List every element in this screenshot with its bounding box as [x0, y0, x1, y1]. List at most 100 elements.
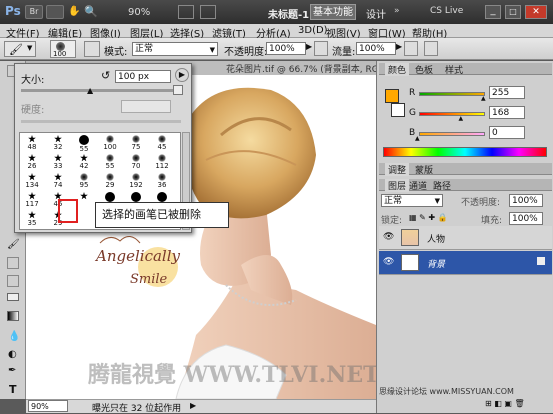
flow-input[interactable]: 100%: [356, 42, 396, 55]
hand-tool-icon[interactable]: ✋: [68, 6, 80, 18]
g-input[interactable]: 168: [489, 106, 525, 119]
maximize-button[interactable]: □: [505, 5, 521, 19]
size-input[interactable]: 100 px: [115, 70, 171, 83]
new-preset-icon[interactable]: [173, 85, 183, 95]
brush-preset-soft[interactable]: 75: [126, 135, 146, 152]
b-slider-thumb[interactable]: ▲: [415, 135, 420, 142]
screen-mode-icon[interactable]: [200, 5, 216, 19]
stamp-tool-icon[interactable]: [7, 257, 19, 269]
layer-name[interactable]: 背景: [427, 257, 445, 270]
layer-name[interactable]: 人物: [427, 232, 445, 245]
size-slider-thumb[interactable]: ▲: [87, 86, 93, 95]
tab-adjustments[interactable]: 调整: [385, 163, 410, 176]
brush-preset-soft[interactable]: 29: [100, 173, 120, 190]
eraser-tool-icon[interactable]: [7, 293, 19, 301]
tab-swatches[interactable]: 色板: [415, 63, 433, 76]
g-slider[interactable]: [419, 112, 485, 116]
history-brush-tool-icon[interactable]: [7, 275, 19, 287]
brush-preset-soft[interactable]: 70: [126, 154, 146, 171]
brush-preset-leaf[interactable]: 35: [22, 211, 42, 228]
brush-preset-soft[interactable]: 192: [126, 173, 146, 190]
gradient-tool-icon[interactable]: [7, 311, 19, 321]
layer-opacity-input[interactable]: 100%: [509, 194, 543, 207]
airbrush-icon[interactable]: [404, 41, 418, 56]
reset-size-icon[interactable]: ↺: [101, 69, 110, 82]
tab-color[interactable]: 颜色: [385, 63, 410, 76]
layers-footer-icons[interactable]: ⊞ ◧ ▣ 🗑: [485, 399, 525, 408]
tab-paths[interactable]: 路径: [433, 179, 451, 192]
r-slider-thumb[interactable]: ▲: [481, 95, 486, 102]
close-button[interactable]: ✕: [525, 5, 547, 19]
blend-mode-select[interactable]: 正常 ▼: [381, 194, 443, 207]
workspace-more-icon[interactable]: »: [394, 6, 400, 16]
menu-3d[interactable]: 3D(D): [298, 25, 328, 36]
workspace-basic-button[interactable]: 基本功能: [310, 4, 356, 20]
opacity-slider-arrow[interactable]: ▶: [306, 42, 312, 51]
zoom-level[interactable]: 90%: [128, 7, 150, 18]
pen-tool-icon[interactable]: ✒: [8, 365, 16, 376]
brush-preset-picker[interactable]: 100: [50, 40, 76, 58]
size-slider-track[interactable]: [21, 89, 181, 92]
size-pressure-icon[interactable]: [424, 41, 438, 56]
picker-menu-button[interactable]: ▶: [175, 68, 189, 82]
dodge-tool-icon[interactable]: ◐: [8, 349, 17, 360]
b-input[interactable]: 0: [489, 126, 525, 139]
workspace-design-button[interactable]: 设计: [366, 6, 386, 21]
mode-select[interactable]: 正常 ▼: [132, 42, 218, 56]
arrange-icon[interactable]: [178, 5, 194, 19]
fill-input[interactable]: 100%: [509, 212, 543, 225]
eye-icon[interactable]: 👁: [383, 232, 394, 242]
brush-preset-star[interactable]: 32: [48, 135, 68, 152]
r-slider[interactable]: [419, 92, 485, 96]
blur-tool-icon[interactable]: 💧: [8, 331, 20, 342]
brush-preset-soft[interactable]: 95: [74, 173, 94, 190]
brush-preset-leaf[interactable]: 74: [48, 173, 68, 190]
b-slider[interactable]: [419, 132, 485, 136]
tab-styles[interactable]: 样式: [445, 63, 463, 76]
tab-channels[interactable]: 通道: [409, 179, 427, 192]
eye-icon[interactable]: 👁: [383, 257, 394, 267]
brush-preset-flower[interactable]: 117: [22, 192, 42, 209]
flow-slider-arrow[interactable]: ▶: [396, 42, 402, 51]
type-tool-icon[interactable]: T: [9, 383, 17, 396]
brush-preset-grass[interactable]: 134: [22, 173, 42, 190]
background-color-swatch[interactable]: [391, 103, 405, 117]
brush-preset-soft[interactable]: 36: [152, 173, 172, 190]
status-zoom[interactable]: 90%: [28, 400, 68, 412]
opacity-pressure-icon[interactable]: [314, 41, 328, 56]
brush-size-label: 134: [25, 181, 39, 189]
opacity-input[interactable]: 100%: [266, 42, 306, 55]
brush-tool-icon[interactable]: 🖌: [7, 239, 20, 250]
brush-preset-star[interactable]: 42: [74, 154, 94, 171]
r-input[interactable]: 255: [489, 86, 525, 99]
options-bar: 🖌 ▼ 100 模式: 正常 ▼ 不透明度: 100% ▶ 流量: 100% ▶: [0, 38, 553, 60]
hardness-input[interactable]: [121, 100, 171, 113]
hardness-slider-track[interactable]: [21, 120, 181, 123]
zoom-tool-icon[interactable]: 🔍: [84, 5, 98, 18]
color-spectrum-ramp[interactable]: [383, 147, 547, 157]
status-arrow[interactable]: ▶: [190, 401, 196, 410]
lock-icons[interactable]: ▦ ✎ ✚ 🔒: [409, 213, 448, 222]
soft-brush-icon: [106, 154, 114, 162]
cs-live-button[interactable]: CS Live: [430, 6, 463, 16]
document-title: 未标题-1: [268, 10, 310, 21]
brush-preset-leaf[interactable]: 48: [22, 135, 42, 152]
brush-preset-fuzzy[interactable]: 100: [100, 135, 120, 152]
brush-preset-star[interactable]: 33: [48, 154, 68, 171]
brush-preset-soft[interactable]: 112: [152, 154, 172, 171]
bridge-button[interactable]: Br: [25, 5, 43, 19]
brush-preset-soft[interactable]: 45: [152, 135, 172, 152]
brush-preset-soft[interactable]: 55: [100, 154, 120, 171]
tool-preset-picker[interactable]: 🖌 ▼: [4, 41, 36, 57]
minibridge-button[interactable]: [46, 5, 64, 19]
layer-row-background[interactable]: 👁 背景: [379, 251, 552, 275]
tab-layers[interactable]: 图层: [385, 179, 410, 192]
layer-row-person[interactable]: 👁 人物: [379, 226, 552, 250]
brush-preset-dot[interactable]: 55: [74, 135, 94, 153]
tab-masks[interactable]: 蒙版: [415, 163, 433, 176]
minimize-button[interactable]: _: [485, 5, 501, 19]
g-slider-thumb[interactable]: ▲: [459, 115, 464, 122]
brush-preset-flower[interactable]: 26: [22, 154, 42, 171]
foreground-color-swatch[interactable]: [385, 89, 399, 103]
brush-panel-toggle[interactable]: [84, 41, 100, 57]
